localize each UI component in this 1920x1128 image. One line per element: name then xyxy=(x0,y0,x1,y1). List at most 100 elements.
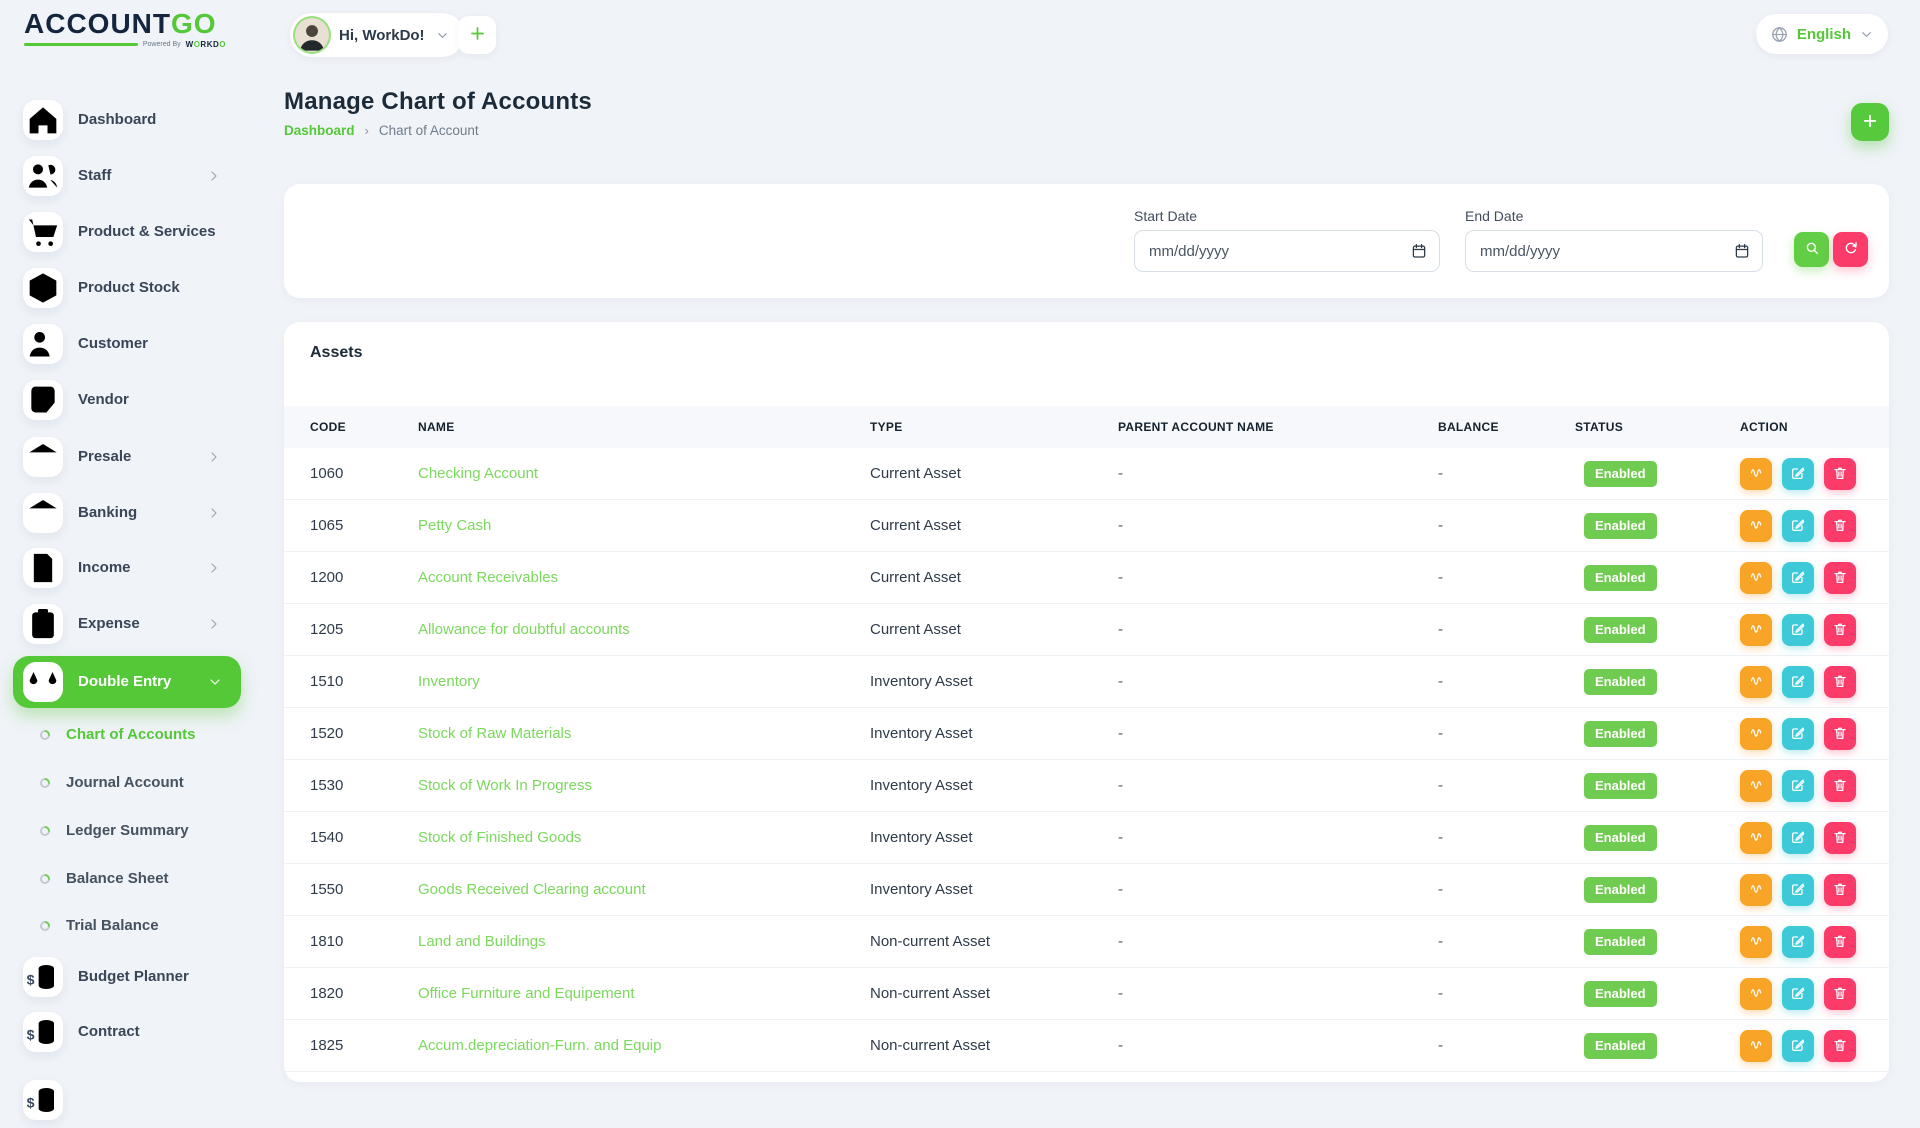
sidebar-item-presale[interactable]: Presale xyxy=(0,429,262,485)
account-name-link[interactable]: Accum.depreciation-Furn. and Equip xyxy=(418,1020,661,1072)
activity-button[interactable] xyxy=(1740,562,1772,594)
edit-button[interactable] xyxy=(1782,874,1814,906)
activity-button[interactable] xyxy=(1740,666,1772,698)
bullet-icon xyxy=(40,921,50,931)
sidebar-item-partial[interactable]: $ xyxy=(0,1072,262,1128)
sidebar-item-customer[interactable]: Customer xyxy=(0,316,262,372)
sidebar-item-contract[interactable]: $ Contract xyxy=(0,1004,262,1060)
chevron-right-icon xyxy=(206,505,222,521)
bullet-icon xyxy=(40,730,50,740)
sidebar-item-product-services[interactable]: Product & Services xyxy=(0,204,262,260)
activity-button[interactable] xyxy=(1740,822,1772,854)
account-name-link[interactable]: Petty Cash xyxy=(418,500,491,552)
activity-button[interactable] xyxy=(1740,926,1772,958)
delete-button[interactable] xyxy=(1824,666,1856,698)
sidebar-subitem-ledger-summary[interactable]: Ledger Summary xyxy=(0,807,262,855)
sidebar-item-vendor[interactable]: Vendor xyxy=(0,372,262,428)
account-name-link[interactable]: Goods Received Clearing account xyxy=(418,864,646,916)
quick-add-button[interactable] xyxy=(458,16,496,54)
cell-type: Inventory Asset xyxy=(870,812,973,864)
account-name-link[interactable]: Allowance for doubtful accounts xyxy=(418,604,630,656)
edit-button[interactable] xyxy=(1782,978,1814,1010)
sidebar-item-product-stock[interactable]: Product Stock xyxy=(0,260,262,316)
trash-icon xyxy=(1832,725,1848,741)
start-date-input[interactable] xyxy=(1134,230,1440,272)
edit-button[interactable] xyxy=(1782,822,1814,854)
delete-button[interactable] xyxy=(1824,926,1856,958)
activity-button[interactable] xyxy=(1740,458,1772,490)
language-selector[interactable]: English xyxy=(1756,14,1888,54)
sidebar-item-banking[interactable]: Banking xyxy=(0,485,262,541)
activity-button[interactable] xyxy=(1740,510,1772,542)
user-menu[interactable]: Hi, WorkDo! xyxy=(290,13,464,57)
end-date-input[interactable] xyxy=(1465,230,1763,272)
table-row: 1825 Accum.depreciation-Furn. and Equip … xyxy=(284,1020,1889,1072)
sidebar-item-staff[interactable]: Staff xyxy=(0,148,262,204)
delete-button[interactable] xyxy=(1824,718,1856,750)
account-name-link[interactable]: Land and Buildings xyxy=(418,916,546,968)
brand-logo[interactable]: ACCOUNTGO Powered By WORKDO xyxy=(24,9,226,49)
sidebar-item-double-entry[interactable]: Double Entry xyxy=(13,656,241,708)
activity-button[interactable] xyxy=(1740,874,1772,906)
trash-icon xyxy=(1832,569,1848,585)
edit-button[interactable] xyxy=(1782,1030,1814,1062)
cell-type: Inventory Asset xyxy=(870,864,973,916)
activity-icon xyxy=(1748,829,1764,845)
delete-button[interactable] xyxy=(1824,978,1856,1010)
cell-code: 1530 xyxy=(310,760,343,812)
edit-button[interactable] xyxy=(1782,614,1814,646)
table-row: 1520 Stock of Raw Materials Inventory As… xyxy=(284,708,1889,760)
main-content: Manage Chart of Accounts Dashboard › Cha… xyxy=(284,71,1889,1080)
account-name-link[interactable]: Stock of Finished Goods xyxy=(418,812,581,864)
edit-button[interactable] xyxy=(1782,926,1814,958)
sidebar-item-dashboard[interactable]: Dashboard xyxy=(0,92,262,148)
delete-button[interactable] xyxy=(1824,770,1856,802)
brand-tagline: Powered By WORKDO xyxy=(24,40,226,49)
edit-button[interactable] xyxy=(1782,666,1814,698)
activity-button[interactable] xyxy=(1740,1030,1772,1062)
sidebar-subitem-balance-sheet[interactable]: Balance Sheet xyxy=(0,855,262,903)
activity-button[interactable] xyxy=(1740,718,1772,750)
table-row: 1510 Inventory Inventory Asset - - Enabl… xyxy=(284,656,1889,708)
column-header-code: CODE xyxy=(310,406,346,448)
account-name-link[interactable]: Inventory xyxy=(418,656,480,708)
edit-icon xyxy=(1790,621,1806,637)
sidebar-item-income[interactable]: Income xyxy=(0,540,262,596)
activity-button[interactable] xyxy=(1740,614,1772,646)
delete-button[interactable] xyxy=(1824,614,1856,646)
account-name-link[interactable]: Stock of Raw Materials xyxy=(418,708,571,760)
table-header: CODENAMETYPEPARENT ACCOUNT NAMEBALANCEST… xyxy=(284,406,1889,448)
trash-icon xyxy=(1832,881,1848,897)
sidebar-item-expense[interactable]: Expense xyxy=(0,596,262,652)
edit-icon xyxy=(1790,725,1806,741)
account-name-link[interactable]: Checking Account xyxy=(418,448,538,500)
delete-button[interactable] xyxy=(1824,1030,1856,1062)
delete-button[interactable] xyxy=(1824,458,1856,490)
users-icon xyxy=(23,156,63,196)
breadcrumb-dashboard-link[interactable]: Dashboard xyxy=(284,123,355,138)
edit-button[interactable] xyxy=(1782,458,1814,490)
edit-button[interactable] xyxy=(1782,718,1814,750)
create-account-button[interactable] xyxy=(1851,103,1889,141)
delete-button[interactable] xyxy=(1824,822,1856,854)
account-name-link[interactable]: Office Furniture and Equipement xyxy=(418,968,635,1020)
account-name-link[interactable]: Account Receivables xyxy=(418,552,558,604)
coins-icon: $ xyxy=(23,1080,63,1120)
edit-button[interactable] xyxy=(1782,510,1814,542)
delete-button[interactable] xyxy=(1824,510,1856,542)
edit-button[interactable] xyxy=(1782,770,1814,802)
sidebar-subitem-chart-of-accounts[interactable]: Chart of Accounts xyxy=(0,711,262,759)
sidebar-item-budget-planner[interactable]: $ Budget Planner xyxy=(0,949,262,1005)
sidebar-subitem-label: Trial Balance xyxy=(66,902,159,950)
sidebar-subitem-journal-account[interactable]: Journal Account xyxy=(0,759,262,807)
cell-parent: - xyxy=(1118,760,1123,812)
activity-button[interactable] xyxy=(1740,770,1772,802)
account-name-link[interactable]: Stock of Work In Progress xyxy=(418,760,592,812)
activity-button[interactable] xyxy=(1740,978,1772,1010)
edit-button[interactable] xyxy=(1782,562,1814,594)
delete-button[interactable] xyxy=(1824,874,1856,906)
search-button[interactable] xyxy=(1794,232,1829,267)
sidebar-subitem-trial-balance[interactable]: Trial Balance xyxy=(0,902,262,950)
reset-button[interactable] xyxy=(1833,232,1868,267)
delete-button[interactable] xyxy=(1824,562,1856,594)
